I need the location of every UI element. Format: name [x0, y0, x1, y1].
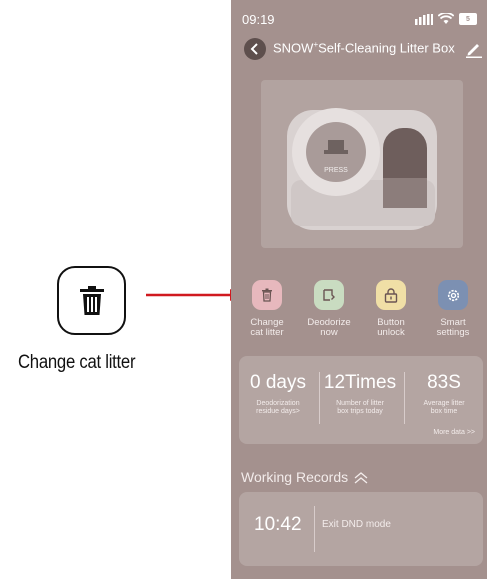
litter-box-illustration: PRESS: [287, 108, 437, 230]
phone-screen: 09:19 5 SNOW+Self-Cleaning Litter Box PR…: [231, 0, 487, 579]
gear-icon: [447, 289, 459, 301]
back-button[interactable]: [244, 38, 266, 60]
battery-icon: 5: [459, 13, 477, 25]
working-records-header[interactable]: Working Records: [241, 469, 368, 485]
stat-value: 83S: [427, 372, 461, 393]
callout-label: Change cat litter: [18, 352, 136, 373]
stats-card: 0 days Deodorization residue days> 12Time…: [239, 356, 483, 444]
record-event: Exit DND mode: [322, 519, 391, 530]
change-litter-icon-box: [252, 280, 282, 310]
chevron-left-icon: [250, 43, 258, 55]
record-divider: [314, 506, 315, 552]
stat-value: 0 days: [250, 372, 306, 393]
stat-deodorization[interactable]: 0 days Deodorization residue days>: [245, 372, 311, 416]
callout-arrow: [146, 289, 241, 301]
unlock-label: Button unlock: [377, 317, 405, 338]
stat-caption: Deodorization residue days>: [256, 400, 300, 415]
stat-caption: Number of litter box trips today: [336, 400, 384, 415]
stat-avg-time: 83S Average litter box time: [409, 372, 479, 416]
smart-settings-button[interactable]: Smart settings: [422, 280, 484, 338]
working-records-title: Working Records: [241, 469, 349, 485]
trash-icon: [79, 285, 104, 315]
status-icons: 5: [415, 13, 477, 25]
settings-icon-box: [438, 280, 468, 310]
deodorize-label: Deodorize now: [307, 317, 351, 338]
header: SNOW+Self-Cleaning Litter Box: [231, 36, 487, 62]
change-litter-label: Change cat litter: [250, 317, 284, 338]
trash-icon: [262, 288, 272, 302]
record-time: 10:42: [254, 514, 302, 535]
status-bar: 09:19 5: [242, 12, 477, 30]
quick-actions: Change cat litter Deodorize now Button unlo…: [231, 280, 487, 346]
device-image: PRESS: [261, 80, 463, 248]
stat-value: 12Times: [323, 372, 397, 393]
lock-icon: [384, 287, 398, 303]
change-litter-button[interactable]: Change cat litter: [236, 280, 298, 338]
status-time: 09:19: [242, 12, 275, 27]
button-unlock-button[interactable]: Button unlock: [360, 280, 422, 338]
stat-divider: [319, 372, 320, 424]
stat-divider: [404, 372, 405, 424]
deodorize-icon: [323, 289, 335, 301]
stat-caption: Average litter box time: [423, 400, 465, 415]
edit-icon[interactable]: [465, 40, 483, 58]
record-item: 10:42 Exit DND mode: [239, 492, 483, 566]
signal-icon: [415, 13, 433, 25]
deodorize-icon-box: [314, 280, 344, 310]
wifi-icon: [438, 13, 454, 24]
deodorize-button[interactable]: Deodorize now: [298, 280, 360, 338]
unlock-icon-box: [376, 280, 406, 310]
double-chevron-up-icon: [354, 472, 368, 484]
stat-trips: 12Times Number of litter box trips today: [323, 372, 397, 416]
settings-label: Smart settings: [436, 317, 470, 338]
more-data-link[interactable]: More data >>: [433, 429, 475, 436]
callout-trash-icon-box: [57, 266, 126, 335]
page-title: SNOW+Self-Cleaning Litter Box: [273, 40, 455, 56]
press-button-label: PRESS: [324, 167, 348, 174]
